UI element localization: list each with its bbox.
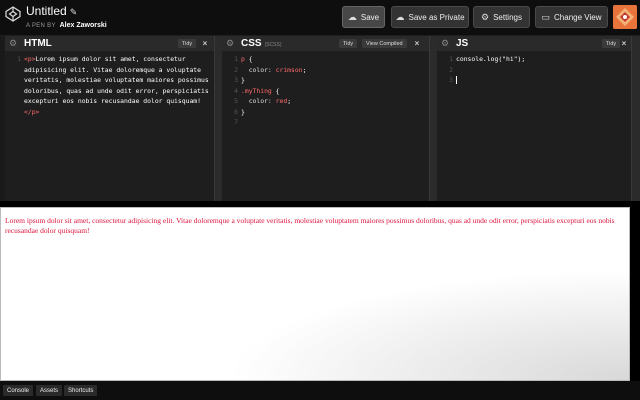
gear-icon[interactable]: ⚙ <box>226 38 234 49</box>
shortcuts-button[interactable]: Shortcuts <box>64 385 98 396</box>
save-private-button[interactable]: ☁ Save as Private <box>391 6 469 28</box>
css-punct: { <box>271 86 280 95</box>
line-number: 2 <box>449 65 453 74</box>
html-open-tag: <p> <box>24 55 36 63</box>
close-icon[interactable]: × <box>200 38 210 49</box>
codepen-logo-icon[interactable] <box>5 6 21 22</box>
close-icon[interactable]: × <box>619 38 629 49</box>
css-property: color: <box>241 65 276 74</box>
user-avatar[interactable] <box>613 5 637 29</box>
css-punct: ; <box>302 65 307 74</box>
preview-paragraph: Lorem ipsum dolor sit amet, consectetur … <box>5 216 615 235</box>
line-number: 2 <box>234 65 238 74</box>
layout-icon: ▭ <box>541 11 551 22</box>
code-line: } <box>241 76 245 84</box>
save-button[interactable]: ☁ Save <box>342 6 385 28</box>
pencil-icon[interactable]: ✎ <box>70 7 78 17</box>
preview-frame[interactable]: Lorem ipsum dolor sit amet, consectetur … <box>0 207 630 381</box>
js-editor-pane: ⚙ JS Tidy × 1 2 3 console.log("hi"); <box>437 36 631 201</box>
js-code-editor[interactable]: 1 2 3 console.log("hi"); <box>437 54 631 201</box>
pane-resize-handle[interactable] <box>214 36 222 201</box>
css-tidy-button[interactable]: Tidy <box>339 39 358 48</box>
css-pane-header: ⚙ CSS (SCSS) Tidy View Compiled × <box>222 36 429 51</box>
gear-icon[interactable]: ⚙ <box>9 38 17 49</box>
settings-button[interactable]: ⚙ Settings <box>473 6 530 28</box>
line-number: 7 <box>234 118 238 126</box>
editors-area: ⚙ HTML Tidy × 1 <p>Lorem ipsum dolor sit… <box>0 36 640 201</box>
line-numbers: 1 2 3 4 5 6 7 <box>224 54 238 128</box>
change-view-button[interactable]: ▭ Change View <box>535 6 608 28</box>
line-number: 1 <box>234 55 238 63</box>
css-editor-pane: ⚙ CSS (SCSS) Tidy View Compiled × 1 2 3 4… <box>222 36 429 201</box>
css-title-text: CSS <box>241 38 262 49</box>
css-property: color: <box>241 97 276 105</box>
line-numbers: 1 2 3 <box>439 54 453 86</box>
pen-byline: A PEN BY Alex Zaworski <box>26 22 107 29</box>
text-cursor <box>456 76 457 84</box>
code-line: p { <box>241 54 425 65</box>
close-icon[interactable]: × <box>412 38 422 49</box>
save-label: Save <box>360 12 380 22</box>
pane-edge <box>631 36 640 201</box>
html-tidy-button[interactable]: Tidy <box>178 39 197 48</box>
code-line: color: crimson; <box>241 65 425 76</box>
gear-icon[interactable]: ⚙ <box>441 38 449 49</box>
line-number: 1 <box>449 55 453 63</box>
assets-button[interactable]: Assets <box>36 385 63 396</box>
code-line: color: red; <box>241 96 425 107</box>
code-line: .myThing { <box>241 86 425 97</box>
save-private-label: Save as Private <box>408 12 465 22</box>
code-line: console.log("hi"); <box>456 55 526 63</box>
cloud-icon: ☁ <box>395 11 405 22</box>
avatar-image <box>613 5 637 29</box>
js-pane-title: JS <box>456 38 469 49</box>
code-lines: p { color: crimson; } .myThing { color: … <box>241 54 425 117</box>
html-editor-pane: ⚙ HTML Tidy × 1 <p>Lorem ipsum dolor sit… <box>5 36 214 201</box>
line-number: 3 <box>234 76 238 84</box>
line-number: 1 <box>17 55 21 63</box>
css-punct: ; <box>287 97 292 105</box>
top-header: Untitled ✎ A PEN BY Alex Zaworski ☁ Save ☁… <box>0 0 640 36</box>
settings-label: Settings <box>493 12 522 22</box>
line-numbers: 1 <box>7 54 21 65</box>
css-code-editor[interactable]: 1 2 3 4 5 6 7 p { color: crimson; } .myT… <box>222 54 429 201</box>
pane-resize-handle[interactable] <box>429 36 437 201</box>
css-pane-title: CSS (SCSS) <box>241 38 282 49</box>
js-pane-header: ⚙ JS Tidy × <box>437 36 631 51</box>
line-number: 6 <box>234 107 238 116</box>
css-punct: { <box>244 55 253 63</box>
gear-icon: ⚙ <box>481 11 490 22</box>
pen-title-block: Untitled ✎ A PEN BY Alex Zaworski <box>26 4 107 29</box>
cloud-icon: ☁ <box>347 11 357 22</box>
code-line: <p>Lorem ipsum dolor sit amet, consectet… <box>24 54 210 117</box>
html-pane-header: ⚙ HTML Tidy × <box>5 36 214 51</box>
line-number: 5 <box>234 97 238 105</box>
pen-title-text[interactable]: Untitled <box>26 4 67 18</box>
view-compiled-button[interactable]: View Compiled <box>362 39 407 48</box>
html-pane-title: HTML <box>24 38 52 49</box>
line-number: 3 <box>449 76 453 84</box>
js-tidy-button[interactable]: Tidy <box>602 39 621 48</box>
byline-prefix: A PEN BY <box>26 23 56 29</box>
console-button[interactable]: Console <box>3 385 34 396</box>
css-preprocessor-label: (SCSS) <box>264 42 282 48</box>
author-link[interactable]: Alex Zaworski <box>60 22 107 29</box>
html-code-editor[interactable]: 1 <p>Lorem ipsum dolor sit amet, consect… <box>5 54 214 201</box>
bottom-footer: Console Assets Shortcuts <box>0 381 640 400</box>
css-value: red <box>275 97 288 105</box>
css-value: crimson <box>275 65 303 74</box>
code-line <box>456 75 627 86</box>
change-view-label: Change View <box>554 12 602 22</box>
css-selector: .myThing <box>241 86 272 95</box>
html-close-tag: </p> <box>24 107 40 116</box>
html-code-text: Lorem ipsum dolor sit amet, consectetur … <box>24 55 213 105</box>
line-number: 4 <box>234 86 238 95</box>
pen-title[interactable]: Untitled ✎ <box>26 4 107 19</box>
code-lines: <p>Lorem ipsum dolor sit amet, consectet… <box>24 54 210 117</box>
code-lines: console.log("hi"); <box>456 54 627 86</box>
code-line: } <box>241 107 245 116</box>
